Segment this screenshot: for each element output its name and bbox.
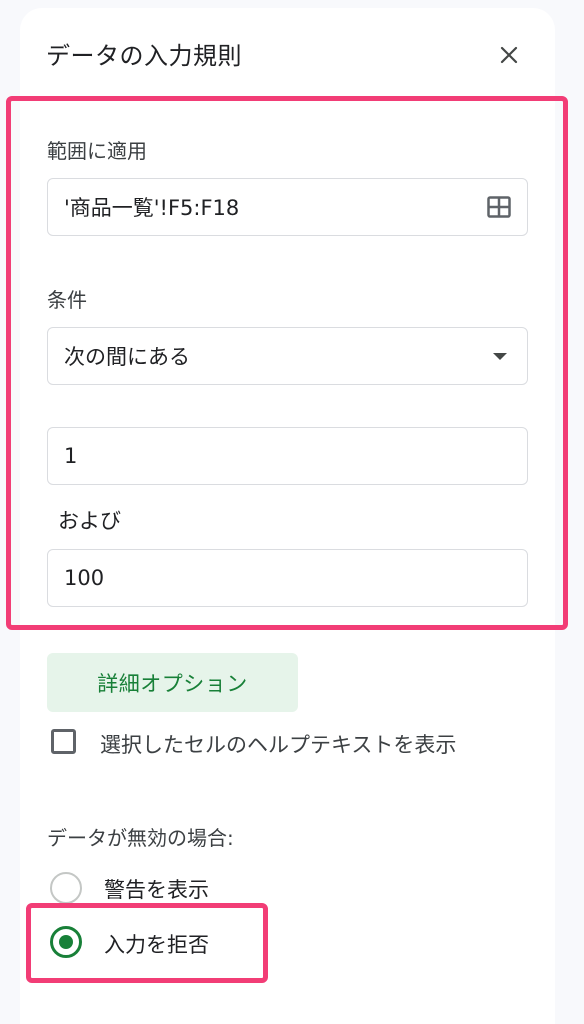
highlight-box-reject	[26, 903, 268, 983]
close-button[interactable]	[494, 40, 524, 70]
panel-title: データの入力規則	[46, 42, 242, 70]
radio-icon[interactable]	[50, 872, 82, 904]
close-icon	[500, 46, 518, 64]
advanced-options-button[interactable]: 詳細オプション	[47, 653, 298, 712]
help-text-checkbox-label[interactable]: 選択したセルのヘルプテキストを表示	[100, 729, 456, 759]
highlight-box-criteria	[6, 96, 568, 630]
checkbox-icon[interactable]	[51, 729, 76, 754]
invalid-data-label: データが無効の場合:	[47, 826, 234, 850]
show-warning-option[interactable]: 警告を表示	[104, 874, 209, 904]
